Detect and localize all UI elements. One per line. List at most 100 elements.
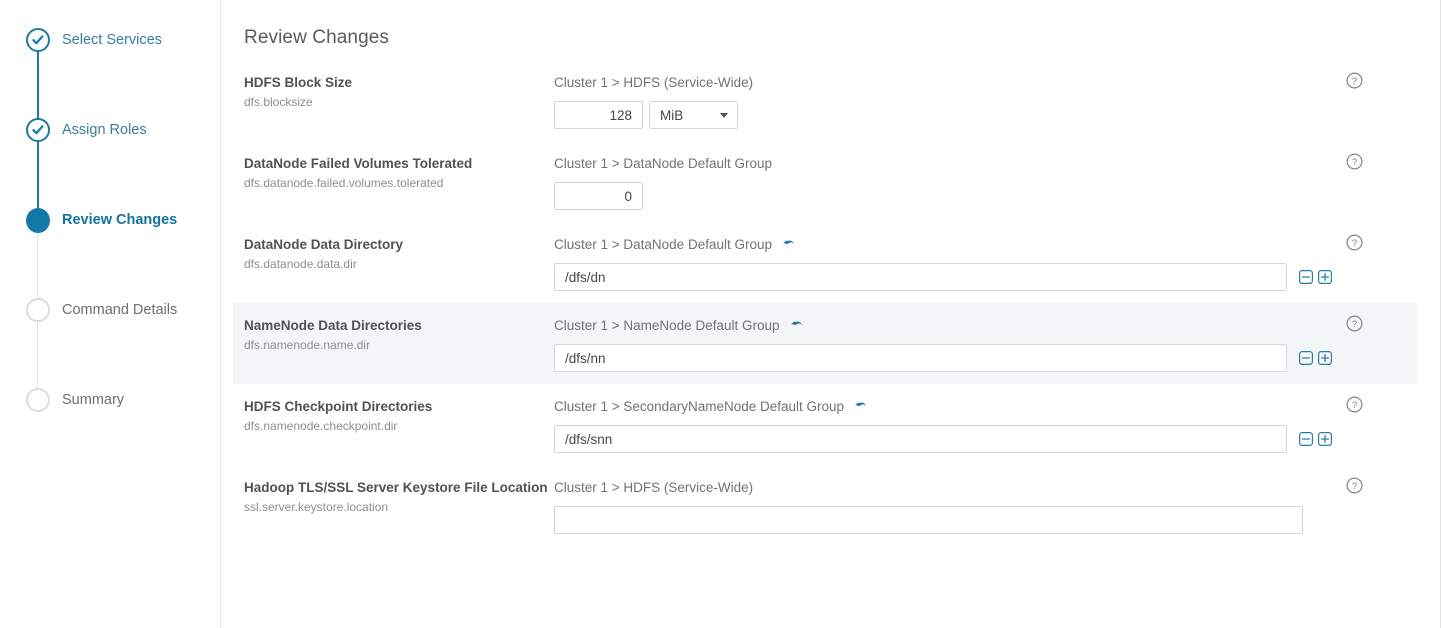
- minus-square-icon[interactable]: [1299, 432, 1313, 446]
- chevron-down-icon: [720, 113, 728, 118]
- undo-arrow-icon[interactable]: [790, 319, 804, 332]
- config-scope: Cluster 1 > DataNode Default Group: [554, 235, 1417, 253]
- config-help-cell: ?: [1346, 477, 1366, 494]
- empty-circle-icon: [26, 298, 50, 322]
- review-changes-page: Select Services Assign Roles Review Chan…: [0, 0, 1441, 628]
- config-property-key: dfs.datanode.failed.volumes.tolerated: [244, 176, 444, 190]
- step-connector-2: [37, 136, 39, 214]
- config-scope-text: Cluster 1 > HDFS (Service-Wide): [554, 479, 754, 495]
- namenode-data-directories-input[interactable]: [554, 344, 1287, 372]
- sidebar-step-review-changes[interactable]: Review Changes: [0, 202, 220, 238]
- step-connector-3: [37, 228, 38, 304]
- config-scope: Cluster 1 > HDFS (Service-Wide): [554, 73, 1417, 91]
- svg-text:?: ?: [1352, 76, 1357, 87]
- config-display-name: DataNode Data Directory: [244, 237, 404, 252]
- config-value-cell: Cluster 1 > DataNode Default Group: [554, 234, 1417, 291]
- directory-controls: [1299, 351, 1332, 365]
- empty-circle-icon: [26, 388, 50, 412]
- config-label-cell: HDFS Checkpoint Directories dfs.namenode…: [244, 396, 554, 453]
- config-value-line: [554, 506, 1417, 534]
- question-circle-icon[interactable]: ?: [1346, 153, 1363, 170]
- undo-arrow-icon[interactable]: [854, 400, 868, 413]
- config-display-name: Hadoop TLS/SSL Server Keystore File Loca…: [244, 480, 548, 495]
- hdfs-block-size-input[interactable]: [554, 101, 643, 129]
- config-scope: Cluster 1 > NameNode Default Group: [554, 316, 1417, 334]
- config-scope-text: Cluster 1 > HDFS (Service-Wide): [554, 74, 754, 90]
- config-value-line: MiB: [554, 101, 1417, 129]
- config-row: HDFS Checkpoint Directories dfs.namenode…: [233, 384, 1417, 465]
- sidebar-step-label: Review Changes: [62, 212, 178, 228]
- sidebar-step-label: Assign Roles: [62, 122, 147, 138]
- filled-circle-icon: [26, 207, 50, 233]
- step-connector-1: [37, 46, 39, 124]
- sidebar-step-label: Summary: [62, 392, 125, 408]
- config-label-cell: HDFS Block Size dfs.blocksize: [244, 72, 554, 129]
- sidebar-step-label: Select Services: [62, 32, 162, 48]
- config-property-key: dfs.namenode.checkpoint.dir: [244, 419, 398, 433]
- main-content: Review Changes HDFS Block Size dfs.block…: [221, 0, 1441, 628]
- sidebar-step-select-services[interactable]: Select Services: [0, 22, 220, 58]
- config-scope-text: Cluster 1 > DataNode Default Group: [554, 236, 772, 252]
- config-property-key: dfs.datanode.data.dir: [244, 257, 357, 271]
- datanode-data-directory-input[interactable]: [554, 263, 1287, 291]
- question-circle-icon[interactable]: ?: [1346, 477, 1363, 494]
- ssl-keystore-location-input[interactable]: [554, 506, 1303, 534]
- page-title: Review Changes: [244, 27, 390, 48]
- failed-volumes-tolerated-input[interactable]: [554, 182, 643, 210]
- config-help-cell: ?: [1346, 72, 1366, 89]
- directory-controls: [1299, 270, 1332, 284]
- config-value-cell: Cluster 1 > DataNode Default Group: [554, 153, 1417, 210]
- sidebar-step-assign-roles[interactable]: Assign Roles: [0, 112, 220, 148]
- config-row: DataNode Failed Volumes Tolerated dfs.da…: [233, 141, 1417, 222]
- config-label-cell: DataNode Failed Volumes Tolerated dfs.da…: [244, 153, 554, 210]
- config-value-cell: Cluster 1 > HDFS (Service-Wide): [554, 477, 1417, 534]
- config-value-cell: Cluster 1 > HDFS (Service-Wide) MiB: [554, 72, 1417, 129]
- check-circle-icon: [26, 118, 50, 142]
- question-circle-icon[interactable]: ?: [1346, 396, 1363, 413]
- config-scope-text: Cluster 1 > DataNode Default Group: [554, 155, 772, 171]
- config-value-line: [554, 344, 1417, 372]
- config-value-cell: Cluster 1 > NameNode Default Group: [554, 315, 1417, 372]
- config-scope-text: Cluster 1 > NameNode Default Group: [554, 317, 780, 333]
- hdfs-block-size-unit-select[interactable]: MiB: [649, 101, 738, 129]
- config-label-cell: NameNode Data Directories dfs.namenode.n…: [244, 315, 554, 372]
- plus-square-icon[interactable]: [1318, 270, 1332, 284]
- hdfs-checkpoint-directories-input[interactable]: [554, 425, 1287, 453]
- plus-square-icon[interactable]: [1318, 432, 1332, 446]
- undo-arrow-icon[interactable]: [782, 238, 796, 251]
- unit-select-value: MiB: [660, 107, 684, 123]
- config-scope: Cluster 1 > SecondaryNameNode Default Gr…: [554, 397, 1417, 415]
- config-row: HDFS Block Size dfs.blocksize Cluster 1 …: [233, 60, 1417, 141]
- question-circle-icon[interactable]: ?: [1346, 315, 1363, 332]
- config-help-cell: ?: [1346, 396, 1366, 413]
- config-display-name: HDFS Block Size: [244, 75, 353, 90]
- sidebar-step-summary[interactable]: Summary: [0, 382, 220, 418]
- config-scope: Cluster 1 > DataNode Default Group: [554, 154, 1417, 172]
- config-property-key: dfs.namenode.name.dir: [244, 338, 371, 352]
- minus-square-icon[interactable]: [1299, 351, 1313, 365]
- config-row: Hadoop TLS/SSL Server Keystore File Loca…: [233, 465, 1417, 546]
- config-row: DataNode Data Directory dfs.datanode.dat…: [233, 222, 1417, 303]
- config-row-list: HDFS Block Size dfs.blocksize Cluster 1 …: [221, 60, 1440, 546]
- config-value-cell: Cluster 1 > SecondaryNameNode Default Gr…: [554, 396, 1417, 453]
- config-row: NameNode Data Directories dfs.namenode.n…: [233, 303, 1417, 384]
- sidebar-step-label: Command Details: [62, 302, 178, 318]
- config-label-cell: DataNode Data Directory dfs.datanode.dat…: [244, 234, 554, 291]
- svg-text:?: ?: [1352, 157, 1357, 168]
- plus-square-icon[interactable]: [1318, 351, 1332, 365]
- config-help-cell: ?: [1346, 315, 1366, 332]
- minus-square-icon[interactable]: [1299, 270, 1313, 284]
- config-help-cell: ?: [1346, 153, 1366, 170]
- sidebar-step-command-details[interactable]: Command Details: [0, 292, 220, 328]
- config-scope: Cluster 1 > HDFS (Service-Wide): [554, 478, 1417, 496]
- config-label-cell: Hadoop TLS/SSL Server Keystore File Loca…: [244, 477, 554, 534]
- config-display-name: NameNode Data Directories: [244, 318, 422, 333]
- wizard-step-list: Select Services Assign Roles Review Chan…: [0, 0, 220, 418]
- svg-text:?: ?: [1352, 238, 1357, 249]
- wizard-sidebar: Select Services Assign Roles Review Chan…: [0, 0, 221, 628]
- directory-controls: [1299, 432, 1332, 446]
- config-property-key: dfs.blocksize: [244, 95, 313, 109]
- config-value-line: [554, 425, 1417, 453]
- question-circle-icon[interactable]: ?: [1346, 234, 1363, 251]
- question-circle-icon[interactable]: ?: [1346, 72, 1363, 89]
